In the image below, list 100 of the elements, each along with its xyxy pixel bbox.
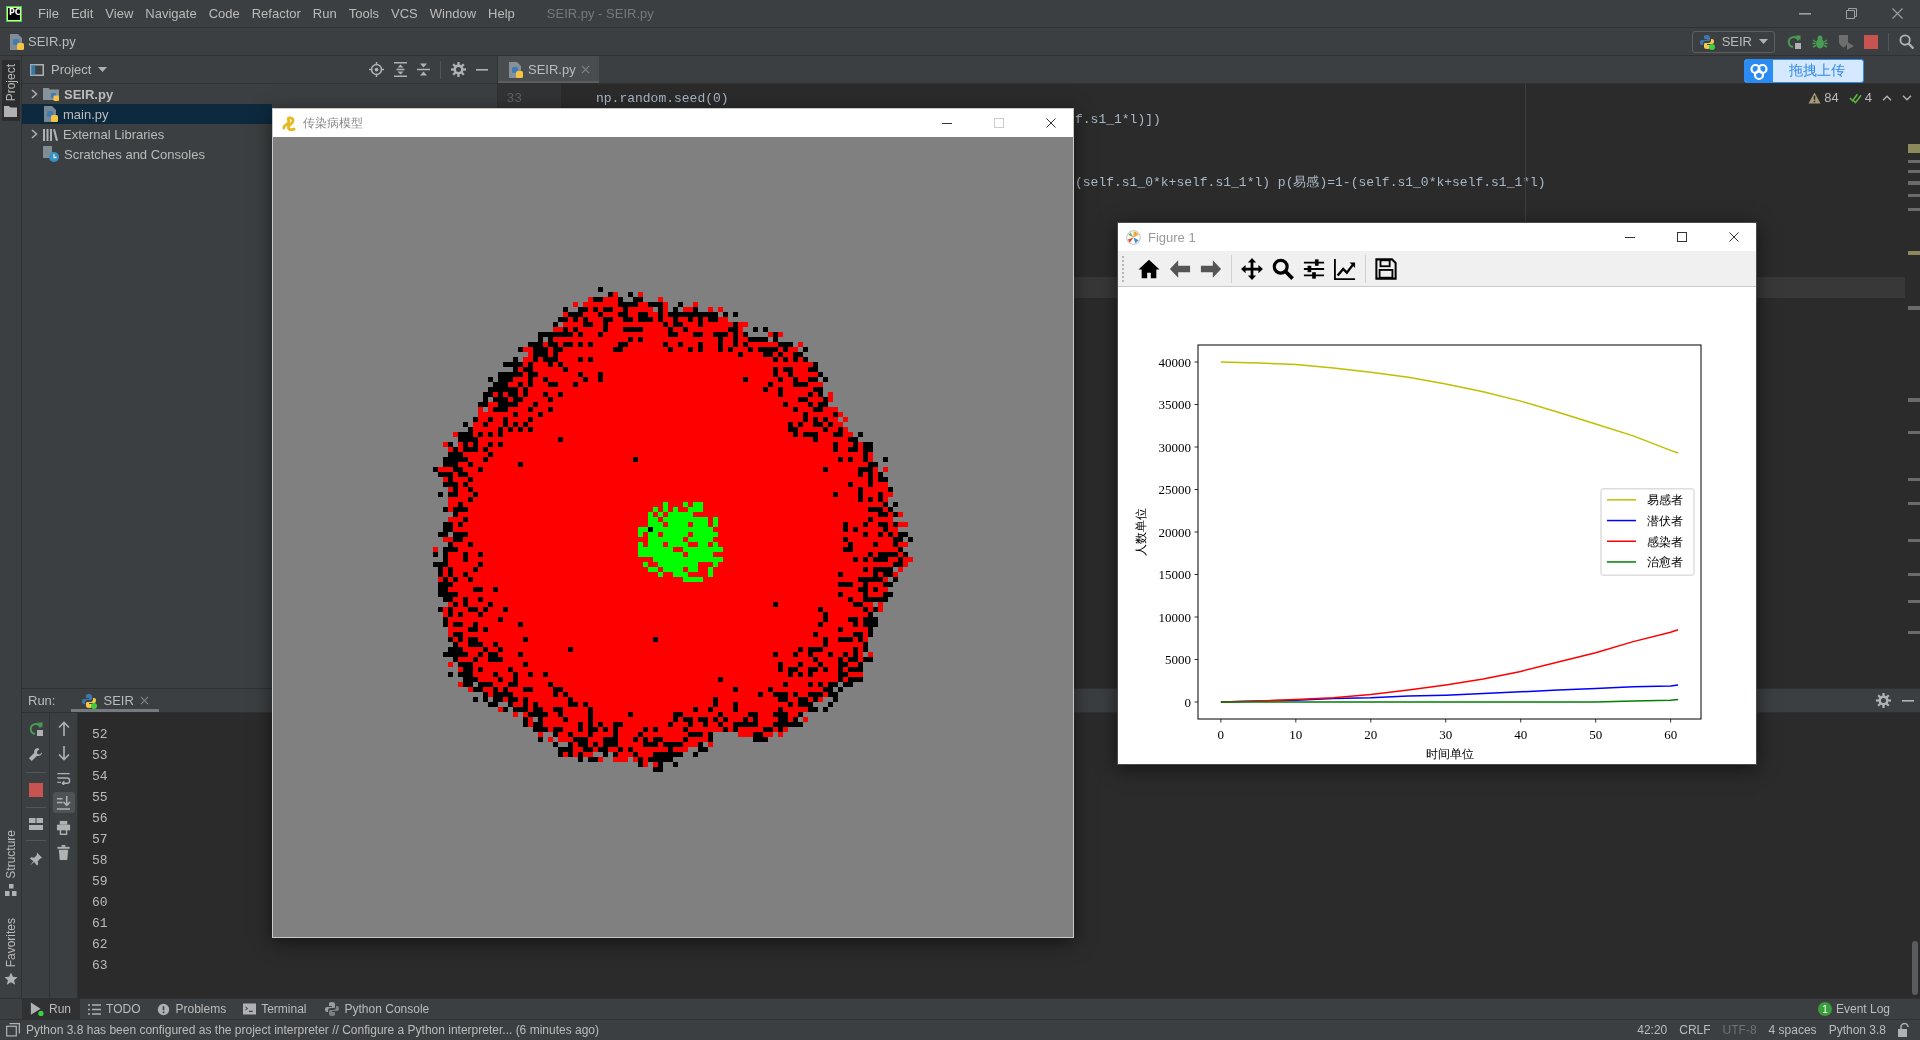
tool-window-button[interactable]: Project [1, 60, 20, 122]
menu-item[interactable]: Code [202, 3, 246, 24]
editor-tab[interactable]: SEIR.py [498, 56, 599, 83]
error-stripe-marker[interactable] [1908, 170, 1920, 173]
menu-item[interactable]: Window [423, 3, 483, 24]
tree-item[interactable]: Scratches and Consoles [22, 144, 272, 164]
console-output-line: 55 [92, 789, 108, 807]
tool-window-button[interactable]: Favorites [1, 913, 20, 990]
status-item[interactable]: Python 3.8 [1828, 1023, 1886, 1037]
gear-icon[interactable] [451, 62, 466, 77]
tree-item[interactable]: SEIR.py [22, 84, 272, 104]
error-stripe-marker[interactable] [1908, 502, 1920, 505]
close-icon[interactable] [1728, 232, 1739, 242]
error-stripe-marker[interactable] [1908, 194, 1920, 197]
menu-item[interactable]: Help [482, 3, 521, 24]
menu-item[interactable]: Edit [64, 3, 100, 24]
tool-window-tab[interactable]: Terminal [235, 999, 316, 1019]
menu-item[interactable]: Tools [342, 3, 386, 24]
error-stripe-marker[interactable] [1908, 431, 1920, 434]
error-stripe-marker[interactable] [1908, 208, 1920, 211]
search-icon[interactable] [1899, 34, 1914, 49]
tick-label: 30000 [1158, 439, 1191, 455]
stacked-squares-icon[interactable] [6, 1023, 20, 1037]
warning-count[interactable]: 84 [1808, 90, 1839, 105]
magnifier-icon[interactable] [1272, 257, 1294, 280]
tool-window-tab[interactable]: Python Console [315, 999, 439, 1019]
chevron-right-icon[interactable] [30, 89, 38, 99]
expand-all-icon[interactable] [394, 62, 407, 77]
status-message[interactable]: Python 3.8 has been configured as the project interpreter // Configure a Python interpreter... (6 minutes ago) [26, 1023, 599, 1037]
pin-icon[interactable] [28, 851, 43, 866]
collapse-all-icon[interactable] [417, 62, 430, 77]
rerun-icon[interactable] [1786, 33, 1802, 50]
error-stripe-marker[interactable] [1908, 251, 1920, 255]
event-log-button[interactable]: Event Log [1835, 1002, 1890, 1016]
menu-item[interactable]: View [99, 3, 140, 24]
error-stripe-marker[interactable] [1908, 181, 1920, 185]
tool-window-tab[interactable]: Problems [149, 999, 236, 1019]
tree-item[interactable]: main.py [22, 104, 272, 124]
menu-item[interactable]: Run [306, 3, 343, 24]
error-stripe-marker[interactable] [1908, 573, 1920, 576]
upload-button[interactable]: 拖拽上传 [1744, 59, 1864, 83]
chevron-right-icon[interactable] [30, 129, 38, 139]
crosshair-icon[interactable] [369, 62, 384, 77]
project-view-dropdown[interactable]: Project [30, 62, 108, 77]
error-stripe-marker[interactable] [1908, 631, 1920, 634]
sliders-icon[interactable] [1303, 257, 1325, 280]
restore-icon[interactable] [1845, 8, 1857, 19]
run-config-dropdown[interactable]: SEIR [1691, 30, 1775, 53]
wrap-icon[interactable] [56, 771, 71, 785]
scrollbar-thumb[interactable] [1912, 941, 1918, 995]
gear-icon[interactable] [1876, 693, 1891, 708]
layout-icon[interactable] [28, 818, 43, 830]
status-item[interactable]: CRLF [1679, 1023, 1711, 1037]
save-icon[interactable] [1375, 257, 1397, 280]
error-stripe-marker[interactable] [1908, 160, 1920, 163]
lock-icon[interactable] [1898, 1023, 1910, 1037]
tick-label: 10000 [1158, 609, 1191, 625]
caret-icon[interactable] [1759, 39, 1768, 44]
error-stripe-marker[interactable] [1908, 398, 1920, 402]
status-item[interactable]: 42:20 [1637, 1023, 1668, 1037]
down-arrow-icon[interactable] [57, 746, 70, 761]
console-output-line: 59 [92, 873, 108, 891]
rerun-icon[interactable] [27, 721, 44, 737]
home-icon[interactable] [1138, 257, 1160, 280]
chevron-up-icon[interactable] [1882, 94, 1892, 101]
minimize-icon[interactable] [1624, 236, 1635, 238]
weak-warning-count[interactable]: 4 [1848, 90, 1872, 105]
menu-item[interactable]: File [32, 3, 65, 24]
tick-label: 0 [1217, 727, 1225, 742]
tree-item[interactable]: External Libraries [22, 124, 272, 144]
line-chart-icon[interactable] [1334, 257, 1356, 280]
wrench-icon[interactable] [28, 747, 43, 762]
error-stripe-marker[interactable] [1908, 539, 1920, 542]
tool-window-tab[interactable]: TODO [80, 999, 150, 1019]
up-arrow-icon[interactable] [57, 721, 70, 736]
status-item[interactable]: 4 spaces [1768, 1023, 1817, 1037]
printer-icon[interactable] [56, 820, 71, 835]
stop-icon[interactable] [1864, 34, 1878, 49]
menu-item[interactable]: Refactor [245, 3, 307, 24]
python-icon [1698, 33, 1715, 50]
minimize-icon[interactable] [941, 122, 952, 124]
maximize-icon[interactable] [1676, 232, 1687, 242]
menu-item[interactable]: VCS [385, 3, 424, 24]
scroll-to-end-button[interactable] [52, 792, 75, 813]
tool-window-button[interactable]: Structure [1, 825, 20, 900]
move-icon[interactable] [1241, 257, 1263, 280]
tool-window-tab[interactable]: Run [22, 999, 80, 1019]
menu-item[interactable]: Navigate [139, 3, 203, 24]
close-icon[interactable] [1045, 118, 1056, 128]
error-stripe-marker[interactable] [1908, 600, 1920, 603]
error-stripe-marker[interactable] [1908, 478, 1920, 481]
trash-icon[interactable] [57, 845, 70, 860]
error-stripe-marker[interactable] [1908, 306, 1920, 310]
error-stripe-marker[interactable] [1908, 144, 1920, 153]
chevron-down-icon[interactable] [1902, 94, 1912, 101]
stop-icon[interactable] [28, 783, 43, 797]
console-tab[interactable]: SEIR [71, 689, 159, 712]
breadcrumb[interactable]: SEIR.py [9, 33, 76, 50]
bug-icon[interactable] [1812, 33, 1828, 50]
caret-icon[interactable] [98, 67, 108, 72]
